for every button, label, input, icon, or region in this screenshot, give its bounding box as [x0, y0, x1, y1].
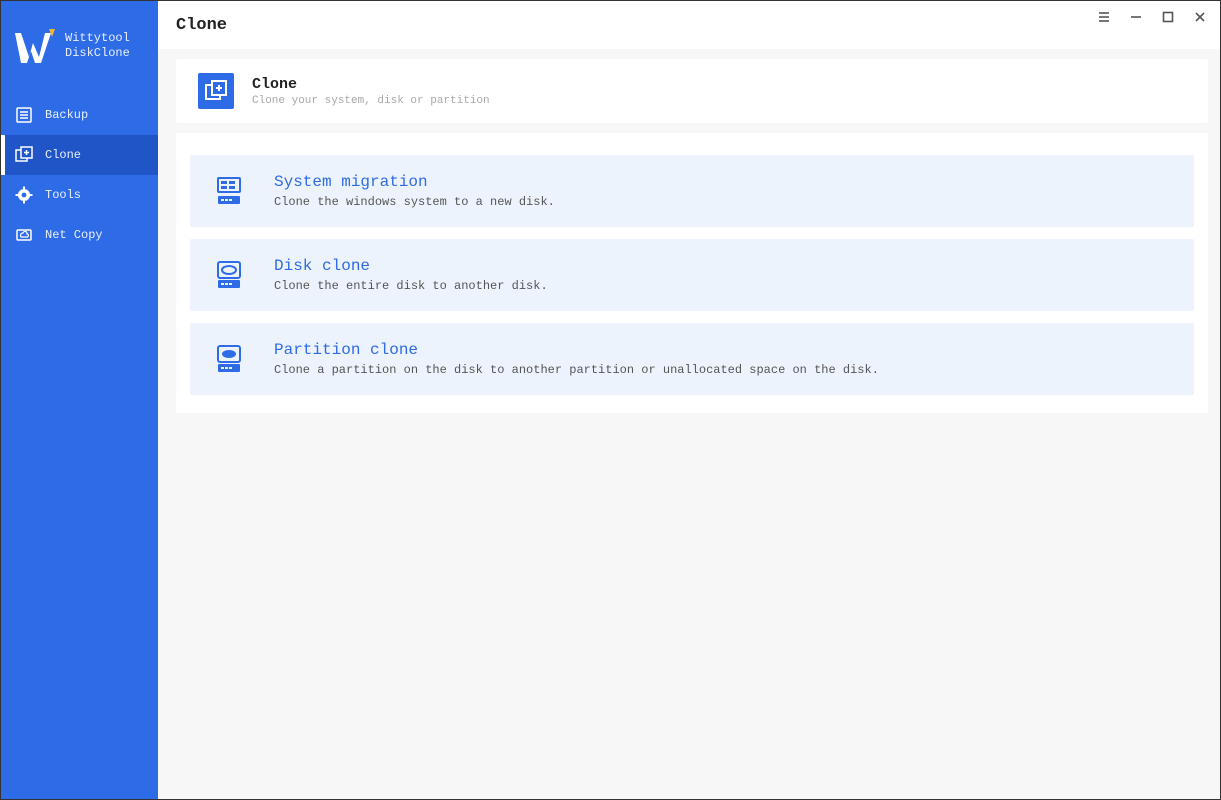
sidebar-nav: Backup Clone Tools Net Copy — [1, 95, 158, 255]
clone-section-icon — [198, 73, 234, 109]
sidebar-item-tools[interactable]: Tools — [1, 175, 158, 215]
option-system-migration[interactable]: System migration Clone the windows syste… — [190, 155, 1194, 227]
sidebar-item-label: Backup — [45, 108, 88, 122]
titlebar: Clone — [158, 1, 1220, 49]
section-title: Clone — [252, 76, 490, 93]
option-desc: Clone the entire disk to another disk. — [274, 279, 548, 293]
app-logo-icon — [15, 27, 55, 65]
option-desc: Clone a partition on the disk to another… — [274, 363, 879, 377]
sidebar-item-label: Clone — [45, 148, 81, 162]
option-text: Disk clone Clone the entire disk to anot… — [274, 257, 548, 293]
app-logo-block: Wittytool DiskClone — [1, 21, 158, 95]
menu-icon[interactable] — [1094, 7, 1114, 27]
section-header-text: Clone Clone your system, disk or partiti… — [252, 76, 490, 107]
window-controls — [1094, 7, 1210, 27]
sidebar-item-label: Net Copy — [45, 228, 103, 242]
option-title: System migration — [274, 173, 555, 191]
options-card: System migration Clone the windows syste… — [176, 133, 1208, 413]
option-title: Partition clone — [274, 341, 879, 359]
main-area: Clone Clone Clone your system, disk or — [158, 1, 1220, 799]
page-title: Clone — [176, 16, 227, 35]
option-text: Partition clone Clone a partition on the… — [274, 341, 879, 377]
option-title: Disk clone — [274, 257, 548, 275]
gear-icon — [15, 186, 33, 204]
sidebar-item-netcopy[interactable]: Net Copy — [1, 215, 158, 255]
partition-clone-icon — [212, 342, 246, 376]
cloud-icon — [15, 226, 33, 244]
section-desc: Clone your system, disk or partition — [252, 95, 490, 107]
app-name: Wittytool DiskClone — [65, 31, 130, 61]
option-partition-clone[interactable]: Partition clone Clone a partition on the… — [190, 323, 1194, 395]
backup-icon — [15, 106, 33, 124]
system-migration-icon — [212, 174, 246, 208]
option-text: System migration Clone the windows syste… — [274, 173, 555, 209]
sidebar-item-backup[interactable]: Backup — [1, 95, 158, 135]
section-header-card: Clone Clone your system, disk or partiti… — [176, 59, 1208, 123]
option-disk-clone[interactable]: Disk clone Clone the entire disk to anot… — [190, 239, 1194, 311]
content: Clone Clone your system, disk or partiti… — [158, 49, 1220, 413]
disk-clone-icon — [212, 258, 246, 292]
clone-icon — [15, 146, 33, 164]
option-desc: Clone the windows system to a new disk. — [274, 195, 555, 209]
minimize-icon[interactable] — [1126, 7, 1146, 27]
sidebar-item-clone[interactable]: Clone — [1, 135, 158, 175]
sidebar: Wittytool DiskClone Backup Clone Tools — [1, 1, 158, 799]
maximize-icon[interactable] — [1158, 7, 1178, 27]
sidebar-item-label: Tools — [45, 188, 81, 202]
close-icon[interactable] — [1190, 7, 1210, 27]
